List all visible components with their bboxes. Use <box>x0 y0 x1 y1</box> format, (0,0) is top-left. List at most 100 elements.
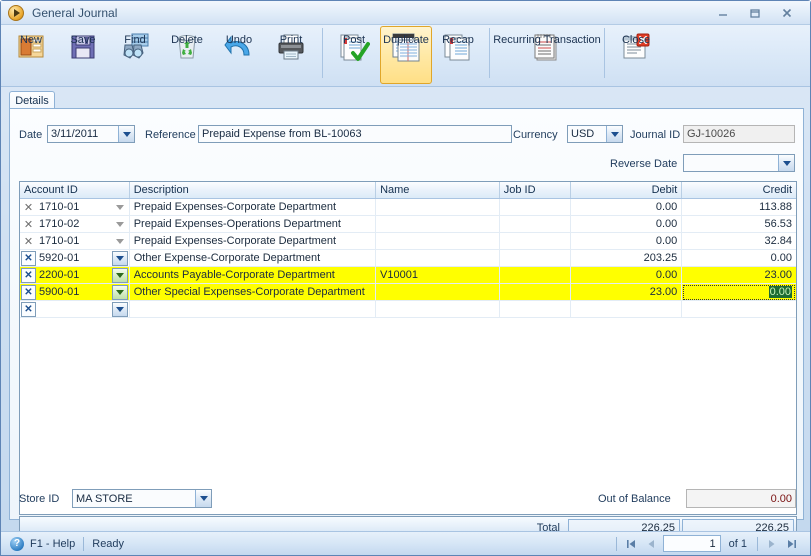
column-header-job-id[interactable]: Job ID <box>500 182 571 198</box>
close-icon[interactable] <box>778 5 796 21</box>
new-button[interactable]: New <box>5 26 57 84</box>
page-number-input[interactable]: 1 <box>662 535 721 552</box>
table-row[interactable]: ✕ 1710-01 Prepaid Expenses-Corporate Dep… <box>20 233 796 250</box>
column-header-debit[interactable]: Debit <box>571 182 683 198</box>
cell-credit-focused[interactable]: 0.00 <box>682 284 796 300</box>
reverse-date-dropdown-button[interactable] <box>778 155 794 171</box>
post-button[interactable]: Post <box>328 26 380 84</box>
tab-details[interactable]: Details <box>9 91 55 109</box>
cell-credit[interactable]: 0.00 <box>682 250 796 266</box>
cell-debit[interactable] <box>571 301 683 317</box>
delete-row-icon[interactable]: ✕ <box>21 200 36 215</box>
table-row[interactable]: ✕ <box>20 301 796 318</box>
cell-debit[interactable]: 0.00 <box>571 216 683 232</box>
cell-name[interactable] <box>376 216 500 232</box>
help-text[interactable]: F1 - Help <box>30 538 75 550</box>
save-button[interactable]: Save <box>57 26 109 84</box>
column-header-credit[interactable]: Credit <box>682 182 796 198</box>
cell-description[interactable]: Prepaid Expenses-Corporate Department <box>130 233 377 249</box>
cell-name[interactable] <box>376 284 500 300</box>
cell-debit[interactable]: 0.00 <box>571 267 683 283</box>
cell-job-id[interactable] <box>500 233 571 249</box>
delete-row-icon[interactable]: ✕ <box>21 301 36 317</box>
table-row[interactable]: ✕ 2200-01 Accounts Payable-Corporate Dep… <box>20 267 796 284</box>
cell-job-id[interactable] <box>500 199 571 215</box>
cell-credit[interactable]: 113.88 <box>682 199 796 215</box>
cell-description[interactable] <box>130 301 377 317</box>
cell-name[interactable] <box>376 233 500 249</box>
find-button[interactable]: Find <box>109 26 161 84</box>
cell-account-id[interactable]: ✕ 5920-01 <box>20 250 130 266</box>
cell-name[interactable]: V10001 <box>376 267 500 283</box>
close-button[interactable]: Close <box>610 26 662 84</box>
table-row[interactable]: ✕ 5900-01 Other Special Expenses-Corpora… <box>20 284 796 301</box>
cell-description[interactable]: Other Special Expenses-Corporate Departm… <box>130 284 377 300</box>
cell-name[interactable] <box>376 301 500 317</box>
reference-input[interactable]: Prepaid Expense from BL-10063 <box>198 125 512 143</box>
cell-description[interactable]: Prepaid Expenses-Operations Department <box>130 216 377 232</box>
date-input[interactable]: 3/11/2011 <box>47 125 135 143</box>
table-row[interactable]: ✕ 5920-01 Other Expense-Corporate Depart… <box>20 250 796 267</box>
date-dropdown-button[interactable] <box>118 126 134 142</box>
maximize-icon[interactable] <box>746 5 764 21</box>
column-header-name[interactable]: Name <box>376 182 500 198</box>
cell-debit[interactable]: 0.00 <box>571 233 683 249</box>
cell-job-id[interactable] <box>500 267 571 283</box>
cell-debit[interactable]: 23.00 <box>571 284 683 300</box>
previous-page-icon[interactable] <box>641 535 661 553</box>
cell-job-id[interactable] <box>500 301 571 317</box>
delete-row-icon[interactable]: ✕ <box>21 234 36 249</box>
account-dropdown-button[interactable] <box>111 301 128 317</box>
currency-select[interactable]: USD <box>567 125 623 143</box>
store-id-select[interactable]: MA STORE <box>72 489 212 508</box>
cell-account-id[interactable]: ✕ 1710-01 <box>20 199 130 215</box>
next-page-icon[interactable] <box>762 535 782 553</box>
recurring-transaction-button[interactable]: Recurring Transaction <box>493 26 601 84</box>
cell-job-id[interactable] <box>500 216 571 232</box>
cell-account-id[interactable]: ✕ 1710-01 <box>20 233 130 249</box>
reverse-date-input[interactable] <box>683 154 795 172</box>
cell-account-id[interactable]: ✕ 2200-01 <box>20 267 130 283</box>
last-page-icon[interactable] <box>782 535 802 553</box>
cell-name[interactable] <box>376 199 500 215</box>
delete-button[interactable]: Delete <box>161 26 213 84</box>
cell-credit[interactable]: 23.00 <box>682 267 796 283</box>
cell-name[interactable] <box>376 250 500 266</box>
cell-credit[interactable]: 32.84 <box>682 233 796 249</box>
account-dropdown-button[interactable] <box>111 250 128 266</box>
account-dropdown-button[interactable] <box>111 284 128 300</box>
cell-account-id[interactable]: ✕ <box>20 301 130 317</box>
cell-job-id[interactable] <box>500 250 571 266</box>
recap-button[interactable]: Recap <box>432 26 484 84</box>
column-header-account-id[interactable]: Account ID <box>20 182 130 198</box>
column-header-description[interactable]: Description <box>130 182 377 198</box>
table-row[interactable]: ✕ 1710-02 Prepaid Expenses-Operations De… <box>20 216 796 233</box>
cell-debit[interactable]: 0.00 <box>571 199 683 215</box>
minimize-icon[interactable] <box>714 5 732 21</box>
print-button[interactable]: Print <box>265 26 317 84</box>
store-id-dropdown-button[interactable] <box>195 490 211 507</box>
delete-row-icon[interactable]: ✕ <box>21 250 36 266</box>
cell-debit[interactable]: 203.25 <box>571 250 683 266</box>
delete-row-icon[interactable]: ✕ <box>21 217 36 232</box>
undo-button[interactable]: Undo <box>213 26 265 84</box>
cell-job-id[interactable] <box>500 284 571 300</box>
cell-credit[interactable] <box>682 301 796 317</box>
currency-dropdown-button[interactable] <box>606 126 622 142</box>
details-panel: Date 3/11/2011 Reference Prepaid Expense… <box>9 108 804 539</box>
duplicate-button[interactable]: Duplicate <box>380 26 432 84</box>
cell-description[interactable]: Prepaid Expenses-Corporate Department <box>130 199 377 215</box>
question-mark-icon[interactable]: ? <box>10 536 24 551</box>
first-page-icon[interactable] <box>621 535 641 553</box>
account-dropdown-button[interactable] <box>111 267 128 283</box>
cell-account-id[interactable]: ✕ 5900-01 <box>20 284 130 300</box>
cell-description[interactable]: Other Expense-Corporate Department <box>130 250 377 266</box>
journal-lines-grid[interactable]: Account ID Description Name Job ID Debit… <box>19 181 797 515</box>
cell-description[interactable]: Accounts Payable-Corporate Department <box>130 267 377 283</box>
cell-account-id[interactable]: ✕ 1710-02 <box>20 216 130 232</box>
table-row[interactable]: ✕ 1710-01 Prepaid Expenses-Corporate Dep… <box>20 199 796 216</box>
delete-row-icon[interactable]: ✕ <box>21 284 36 300</box>
delete-row-icon[interactable]: ✕ <box>21 267 36 283</box>
journal-id-field: GJ-10026 <box>683 125 795 143</box>
cell-credit[interactable]: 56.53 <box>682 216 796 232</box>
